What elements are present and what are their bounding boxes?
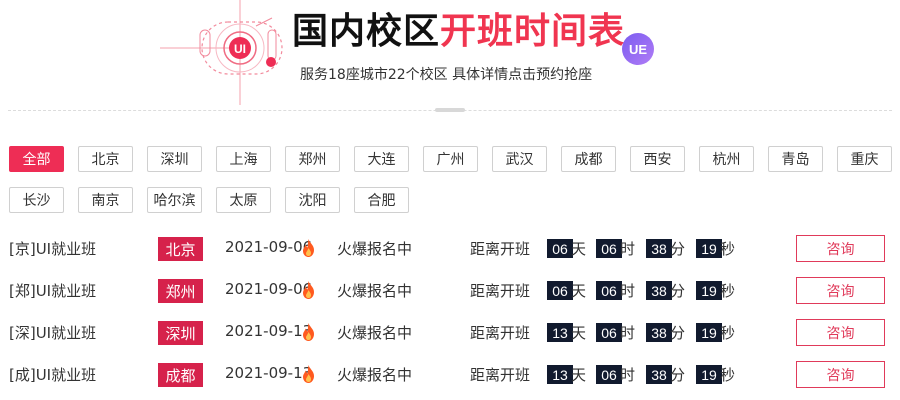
city-tab[interactable]: 哈尔滨 [147,187,202,213]
city-tab[interactable]: 太原 [216,187,271,213]
unit-second: 秒 [720,240,736,258]
city-tab[interactable]: 合肥 [354,187,409,213]
unit-day: 天 [571,240,587,258]
page-title: 国内校区开班时间表 [292,8,625,56]
city-tab[interactable]: 武汉 [492,146,547,172]
city-tab[interactable]: 广州 [423,146,478,172]
unit-minute: 分 [670,366,686,384]
ui-logo-icon: UI [160,0,283,105]
countdown-days: 13 [547,365,573,384]
page-subtitle: 服务18座城市22个校区 具体详情点击预约抢座 [300,67,593,83]
countdown-days: 06 [547,239,573,258]
countdown-hours: 06 [596,323,622,342]
city-badge: 成都 [158,363,203,387]
unit-day: 天 [571,282,587,300]
fire-icon [301,281,316,299]
course-row: [深]UI就业班 深圳 2021-09-13 火爆报名中 距离开班 13 天 06 时 38 分 19… [0,317,900,347]
course-row: [成]UI就业班 成都 2021-09-13 火爆报名中 距离开班 13 天 06 时 38 分 19… [0,359,900,389]
page-header: UI 国内校区开班时间表 服务18座城市22个校区 具体详情点击预约抢座 UE [0,0,900,112]
city-tab[interactable]: 全部 [9,146,64,172]
title-red: 开班时间表 [440,11,626,52]
city-tab[interactable]: 青岛 [768,146,823,172]
enrollment-status: 火爆报名中 [337,366,413,384]
countdown-label: 距离开班 [470,324,531,342]
unit-hour: 时 [620,240,636,258]
unit-day: 天 [571,324,587,342]
fire-icon [301,365,316,383]
course-row: [京]UI就业班 北京 2021-09-06 火爆报名中 距离开班 06 天 06 时 38 分 19… [0,233,900,263]
city-tab[interactable]: 长沙 [9,187,64,213]
city-badge: 郑州 [158,279,203,303]
logo-text: UI [234,42,246,56]
city-tab[interactable]: 成都 [561,146,616,172]
city-tab[interactable]: 重庆 [837,146,892,172]
countdown-seconds: 19 [696,239,722,258]
unit-second: 秒 [720,324,736,342]
fire-icon [301,239,316,257]
consult-button[interactable]: 咨询 [796,277,885,304]
divider-handle [435,108,465,112]
city-tab[interactable]: 北京 [78,146,133,172]
countdown-days: 06 [547,281,573,300]
city-tab[interactable]: 沈阳 [285,187,340,213]
fire-icon [301,323,316,341]
countdown-seconds: 19 [696,323,722,342]
unit-second: 秒 [720,282,736,300]
city-tab[interactable]: 郑州 [285,146,340,172]
unit-minute: 分 [670,324,686,342]
unit-second: 秒 [720,366,736,384]
countdown-days: 13 [547,323,573,342]
course-name: [京]UI就业班 [9,240,97,258]
countdown-minutes: 38 [646,239,672,258]
city-badge: 深圳 [158,321,203,345]
unit-day: 天 [571,366,587,384]
course-row: [郑]UI就业班 郑州 2021-09-06 火爆报名中 距离开班 06 天 06 时 38 分 19… [0,275,900,305]
enrollment-status: 火爆报名中 [337,282,413,300]
unit-minute: 分 [670,282,686,300]
city-badge: 北京 [158,237,203,261]
course-name: [深]UI就业班 [9,324,97,342]
countdown-minutes: 38 [646,281,672,300]
start-date: 2021-09-13 [225,364,313,382]
countdown-hours: 06 [596,239,622,258]
start-date: 2021-09-06 [225,280,313,298]
unit-minute: 分 [670,240,686,258]
title-black: 国内校区 [292,11,441,52]
countdown-minutes: 38 [646,365,672,384]
city-tab[interactable]: 西安 [630,146,685,172]
countdown-label: 距离开班 [470,366,531,384]
unit-hour: 时 [620,324,636,342]
countdown-label: 距离开班 [470,282,531,300]
city-tab[interactable]: 深圳 [147,146,202,172]
city-tab[interactable]: 南京 [78,187,133,213]
consult-button[interactable]: 咨询 [796,319,885,346]
ue-badge: UE [622,33,654,65]
countdown-hours: 06 [596,365,622,384]
start-date: 2021-09-06 [225,238,313,256]
city-tab[interactable]: 上海 [216,146,271,172]
countdown-hours: 06 [596,281,622,300]
enrollment-status: 火爆报名中 [337,240,413,258]
unit-hour: 时 [620,366,636,384]
countdown-seconds: 19 [696,365,722,384]
enrollment-status: 火爆报名中 [337,324,413,342]
city-tab[interactable]: 大连 [354,146,409,172]
start-date: 2021-09-13 [225,322,313,340]
countdown-seconds: 19 [696,281,722,300]
course-name: [郑]UI就业班 [9,282,97,300]
consult-button[interactable]: 咨询 [796,361,885,388]
countdown-label: 距离开班 [470,240,531,258]
consult-button[interactable]: 咨询 [796,235,885,262]
unit-hour: 时 [620,282,636,300]
course-name: [成]UI就业班 [9,366,97,384]
city-tab[interactable]: 杭州 [699,146,754,172]
countdown-minutes: 38 [646,323,672,342]
